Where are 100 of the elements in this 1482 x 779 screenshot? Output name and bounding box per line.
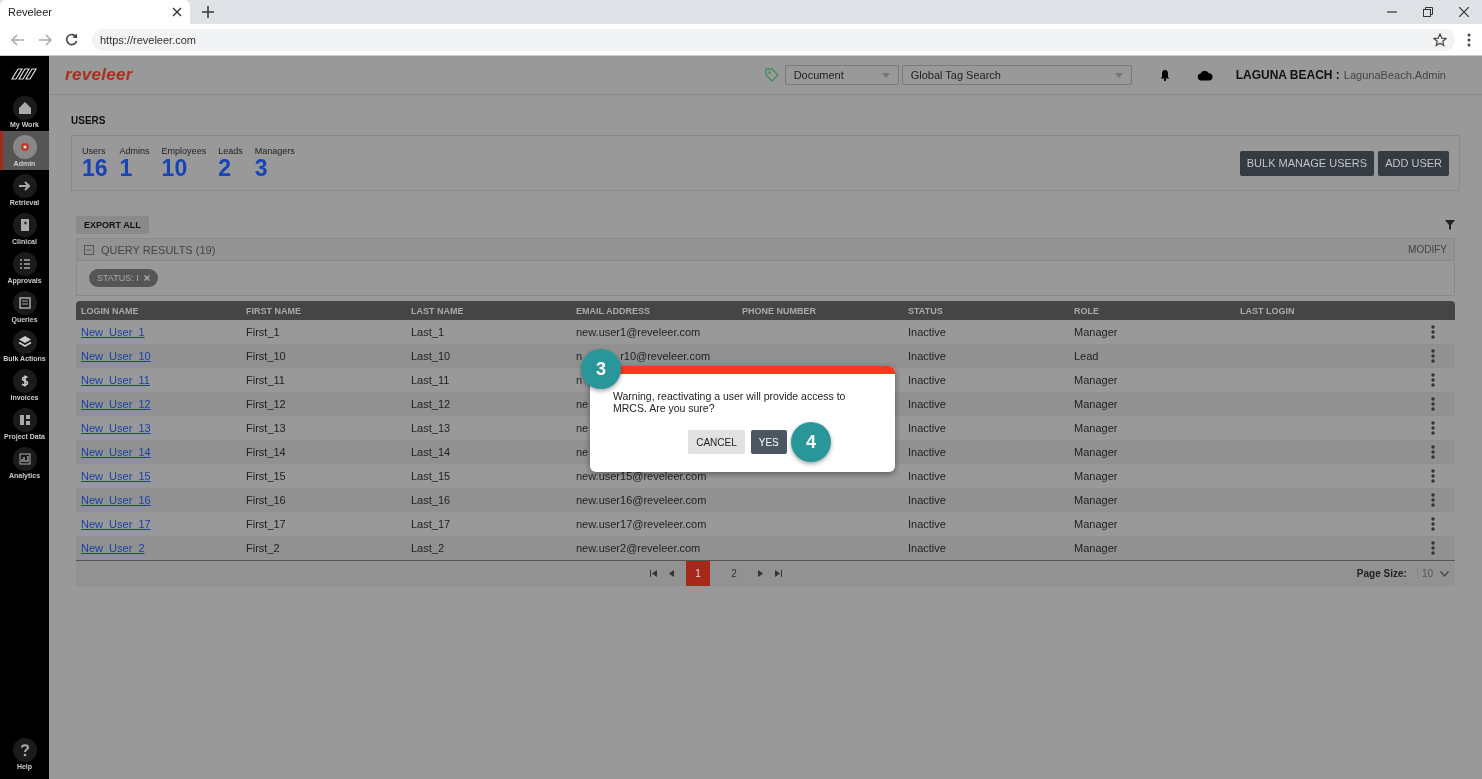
table-cell-text: First_14: [245, 446, 286, 458]
table-cell-text: First_13: [245, 422, 286, 434]
page-button[interactable]: 2: [722, 561, 746, 586]
table-cell-text: Inactive: [907, 470, 946, 482]
table-cell-text: Manager: [1073, 398, 1118, 410]
kebab-menu-icon[interactable]: [1431, 397, 1435, 411]
column-header: PHONE NUMBER: [741, 305, 816, 316]
query-title: QUERY RESULTS (19): [101, 243, 216, 256]
table-cell-text: Manager: [1073, 494, 1118, 506]
dialog-message: Warning, reactivating a user will provide access to MRCS. Are you sure?: [613, 390, 847, 414]
table-cell-text: Last_14: [410, 446, 451, 458]
close-icon[interactable]: [1459, 7, 1469, 17]
last-page-icon[interactable]: [775, 570, 782, 577]
table-cell-text: Last_15: [410, 470, 451, 482]
remove-icon[interactable]: [143, 275, 150, 281]
tag-icon: [764, 68, 779, 82]
filter-icon[interactable]: [1445, 220, 1455, 230]
cloud-icon[interactable]: [1196, 69, 1213, 81]
table-cell-text: Last_17: [410, 518, 451, 530]
user-link[interactable]: New_User_16: [76, 494, 151, 506]
restore-icon[interactable]: [1423, 7, 1433, 17]
table-cell: r10@reveleer.com: [620, 350, 711, 362]
kebab-menu-icon[interactable]: [1431, 493, 1435, 507]
kebab-menu-icon[interactable]: [1431, 349, 1435, 363]
table-cell-text: ne: [575, 398, 589, 410]
table-cell-text: ne: [575, 422, 589, 434]
address-field[interactable]: https://reveleer.com: [92, 28, 1455, 51]
browser-tab[interactable]: Reveleer: [0, 0, 190, 24]
close-icon[interactable]: [172, 7, 182, 17]
kebab-menu-icon[interactable]: [1431, 325, 1435, 339]
page-button[interactable]: 1: [686, 561, 710, 586]
kebab-menu-icon[interactable]: [1431, 421, 1435, 435]
reload-icon[interactable]: [65, 33, 78, 46]
column-header: FIRST NAME: [245, 305, 301, 316]
new-tab-icon[interactable]: [202, 6, 214, 18]
table-cell-text: Manager: [1073, 374, 1118, 386]
table-cell-text: First_16: [245, 494, 286, 506]
first-page-icon[interactable]: [650, 570, 657, 577]
user-link[interactable]: New_User_2: [76, 542, 145, 554]
table-cell-text: Last_11: [410, 374, 450, 386]
user-link[interactable]: New_User_14: [76, 446, 151, 458]
table-cell-text: Inactive: [907, 398, 946, 410]
stat-value: 16: [82, 156, 108, 180]
table-cell-text: Manager: [1073, 422, 1118, 434]
confirm-button[interactable]: YES: [750, 430, 787, 454]
cancel-button[interactable]: CANCEL: [688, 430, 745, 454]
bell-icon[interactable]: [1158, 69, 1171, 81]
next-page-icon[interactable]: [758, 570, 763, 577]
filter-chip[interactable]: STATUS: I: [89, 269, 158, 287]
table-cell-text: Inactive: [907, 350, 946, 362]
user-link[interactable]: New_User_1: [76, 326, 145, 338]
stat-value: 2: [218, 156, 232, 180]
column-header: EMAIL ADDRESS: [575, 305, 650, 316]
table-cell-text: Last_16: [410, 494, 451, 506]
table-cell-text: Last_12: [410, 398, 451, 410]
stat-value: 3: [254, 156, 268, 180]
table-cell-text: First_12: [245, 398, 286, 410]
stat-label: Managers: [254, 146, 295, 156]
action-button[interactable]: BULK MANAGE USERS: [1239, 150, 1375, 176]
organization-name: LAGUNA BEACH :: [1235, 68, 1340, 82]
table-cell-text: First_11: [245, 374, 285, 386]
table-cell-text: ne: [575, 446, 589, 458]
table-cell-text: Last_1: [410, 326, 445, 338]
table-cell-text: Last_2: [410, 542, 445, 554]
column-header: LAST LOGIN: [1239, 305, 1295, 316]
export-button[interactable]: EXPORT ALL: [76, 216, 149, 234]
column-header: LOGIN NAME: [80, 305, 139, 316]
table-cell-text: Inactive: [907, 374, 946, 386]
kebab-menu-icon[interactable]: [1431, 517, 1435, 531]
tag-search-dropdown[interactable]: Global Tag Search: [901, 65, 1132, 85]
wave-logo-icon: [9, 68, 40, 80]
table-cell-text: new.user1@reveleer.com: [575, 326, 701, 338]
previous-page-icon[interactable]: [669, 570, 674, 577]
stat-label: Employees: [161, 146, 207, 156]
kebab-menu-icon[interactable]: [1431, 469, 1435, 483]
user-link[interactable]: New_User_13: [76, 422, 151, 434]
collapse-icon[interactable]: [84, 244, 94, 255]
user-link[interactable]: New_User_15: [76, 470, 151, 482]
table-cell-text: First_2: [245, 542, 280, 554]
column-header: STATUS: [907, 305, 943, 316]
kebab-menu-icon[interactable]: [1431, 541, 1435, 555]
action-button[interactable]: ADD USER: [1378, 150, 1449, 176]
star-icon[interactable]: [1433, 32, 1447, 47]
table-cell-text: Inactive: [907, 518, 946, 530]
table-cell-text: Inactive: [907, 446, 946, 458]
user-link[interactable]: New_User_17: [76, 518, 151, 530]
user-link[interactable]: New_User_12: [76, 398, 151, 410]
modify-link[interactable]: MODIFY: [1408, 244, 1447, 255]
kebab-menu-icon[interactable]: [1431, 445, 1435, 459]
brand-logo: reveleer: [65, 65, 133, 85]
user-link[interactable]: New_User_10: [76, 350, 151, 362]
user-link[interactable]: New_User_11: [76, 374, 150, 386]
page-size-label: Page Size:: [1356, 568, 1407, 579]
kebab-menu-icon[interactable]: [1431, 373, 1435, 387]
document-dropdown[interactable]: Document: [784, 65, 899, 85]
table-cell-text: Last_10: [410, 350, 451, 362]
stat-value: 1: [119, 156, 134, 180]
column-header: ROLE: [1073, 305, 1099, 316]
menu-icon[interactable]: [1467, 32, 1471, 47]
table-cell-text: Manager: [1073, 326, 1118, 338]
